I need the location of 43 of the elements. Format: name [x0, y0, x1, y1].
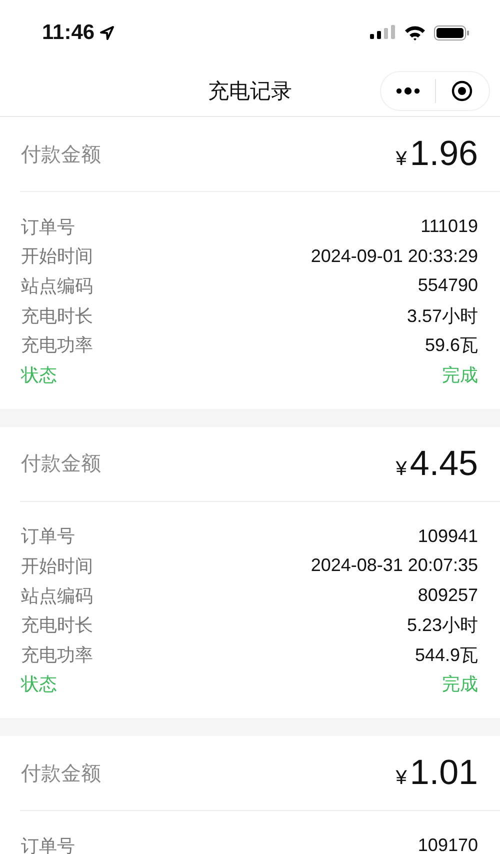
target-icon	[451, 80, 474, 102]
field-label: 站点编码	[21, 274, 93, 298]
field-label: 开始时间	[21, 554, 93, 578]
field-label: 订单号	[21, 525, 75, 548]
amount-value: 1.01	[410, 753, 478, 794]
field-value: 59.6瓦	[424, 334, 478, 358]
signal-icon	[370, 24, 396, 40]
field-label: 充电时长	[21, 304, 93, 328]
field-value: 809257	[418, 585, 478, 606]
amount-value: 1.96	[410, 134, 478, 174]
amount-label: 付款金额	[21, 762, 101, 787]
field-value: 5.23小时	[406, 614, 478, 638]
field-value: 2024-09-01 20:33:29	[310, 246, 478, 267]
field-value: 3.57小时	[406, 304, 478, 328]
location-arrow-icon	[98, 24, 115, 40]
currency-symbol: ¥	[396, 148, 407, 171]
currency-symbol: ¥	[396, 458, 407, 481]
field-label: 订单号	[21, 216, 75, 239]
field-label: 开始时间	[21, 245, 93, 268]
field-value: 554790	[418, 275, 478, 296]
status-time: 11:46	[42, 20, 95, 44]
field-value: 111019	[420, 216, 478, 238]
amount-label: 付款金额	[21, 452, 101, 478]
status-label: 状态	[21, 673, 57, 696]
status-value: 完成	[442, 364, 478, 387]
status-value: 完成	[442, 673, 478, 696]
field-value: 109941	[418, 526, 478, 547]
page-title: 充电记录	[208, 78, 292, 104]
field-label: 充电功率	[21, 334, 93, 358]
battery-icon	[434, 24, 470, 40]
field-label: 订单号	[21, 834, 75, 854]
field-label: 充电时长	[21, 614, 93, 638]
status-label: 状态	[21, 364, 57, 387]
more-icon	[394, 87, 421, 95]
amount-value: 4.45	[410, 444, 478, 484]
field-label: 充电功率	[21, 644, 93, 667]
field-value: 2024-08-31 20:07:35	[310, 555, 478, 576]
amount-label: 付款金额	[21, 142, 101, 168]
wifi-icon	[404, 24, 426, 40]
field-label: 站点编码	[21, 584, 93, 608]
field-value: 109170	[418, 835, 478, 854]
currency-symbol: ¥	[396, 767, 407, 790]
field-value: 544.9瓦	[414, 644, 478, 667]
